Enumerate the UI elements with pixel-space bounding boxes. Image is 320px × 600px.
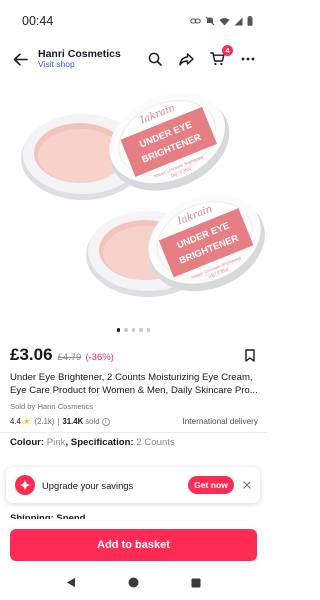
status-time: 00:44 xyxy=(22,14,54,28)
status-icons xyxy=(190,16,253,26)
colour-value: Pink xyxy=(46,437,66,448)
current-price: £3.06 xyxy=(10,345,53,364)
home-nav-icon[interactable] xyxy=(128,575,139,593)
info-icon[interactable]: i xyxy=(101,417,110,426)
battery-icon xyxy=(247,16,253,26)
product-title: Under Eye Brightener, 2 Counts Moisturiz… xyxy=(10,372,258,396)
status-bar: 00:44 xyxy=(0,0,267,42)
upgrade-savings-card[interactable]: Upgrade your savings Get now xyxy=(6,467,260,503)
mute-icon xyxy=(205,16,215,26)
back-arrow-icon[interactable] xyxy=(8,47,32,71)
cart-count-badge: 4 xyxy=(222,45,233,56)
wifi-icon xyxy=(219,17,230,26)
signal-icon xyxy=(234,17,243,26)
colour-label: Colour: xyxy=(10,437,45,448)
price-row: £3.06 £4.79 (-36%) xyxy=(10,345,258,365)
recents-nav-icon[interactable] xyxy=(191,575,201,593)
top-nav: Hanri Cosmetics Visit shop 4 xyxy=(0,42,267,76)
separator: | xyxy=(57,417,60,426)
variant-selector[interactable]: Colour: Pink, Specification: 2 Counts xyxy=(10,437,175,448)
upgrade-text: Upgrade your savings xyxy=(42,479,134,491)
more-icon[interactable] xyxy=(237,48,259,70)
spec-value: 2 Counts xyxy=(136,437,175,448)
carousel-dot[interactable] xyxy=(116,328,121,332)
add-to-basket-button[interactable]: Add to basket xyxy=(10,529,257,561)
shipping-peek: Shipping: Spend... xyxy=(10,513,94,519)
link-icon xyxy=(190,17,201,25)
sold-count: 31.4K xyxy=(62,417,84,426)
search-icon[interactable] xyxy=(144,48,166,70)
back-nav-icon[interactable] xyxy=(66,575,76,593)
rating-value: 4.4 xyxy=(10,417,21,426)
sparkle-icon xyxy=(15,475,35,495)
spec-label: Specification: xyxy=(70,437,134,448)
carousel-dot[interactable] xyxy=(139,328,143,332)
carousel-dot[interactable] xyxy=(124,328,128,332)
sold-label: sold xyxy=(85,417,100,426)
divider xyxy=(0,432,267,433)
cart-icon[interactable]: 4 xyxy=(206,45,233,70)
product-image[interactable]: Iakrain UNDER EYE BRIGHTENER Instant Con… xyxy=(0,78,267,320)
review-count: (2.1k) xyxy=(34,417,55,426)
bookmark-icon[interactable] xyxy=(242,347,258,363)
star-icon: ★ xyxy=(22,416,31,426)
original-price: £4.79 xyxy=(57,352,82,363)
get-now-button[interactable]: Get now xyxy=(188,476,234,494)
discount-badge: (-36%) xyxy=(85,352,114,363)
carousel-dots[interactable] xyxy=(0,328,267,332)
system-nav-bar xyxy=(0,568,267,600)
visit-shop-link[interactable]: Visit shop xyxy=(38,59,144,70)
carousel-dot[interactable] xyxy=(146,328,151,332)
rating-row[interactable]: 4.4 ★ (2.1k) | 31.4K sold i Internationa… xyxy=(10,416,258,427)
close-icon[interactable] xyxy=(242,480,252,490)
shop-info[interactable]: Hanri Cosmetics Visit shop xyxy=(38,48,144,70)
international-delivery: International delivery xyxy=(182,417,258,426)
sold-by[interactable]: Sold by Hanri Cosmetics xyxy=(10,402,93,411)
nav-icons: 4 xyxy=(144,45,259,70)
carousel-dot[interactable] xyxy=(131,328,136,332)
share-icon[interactable] xyxy=(175,48,197,70)
